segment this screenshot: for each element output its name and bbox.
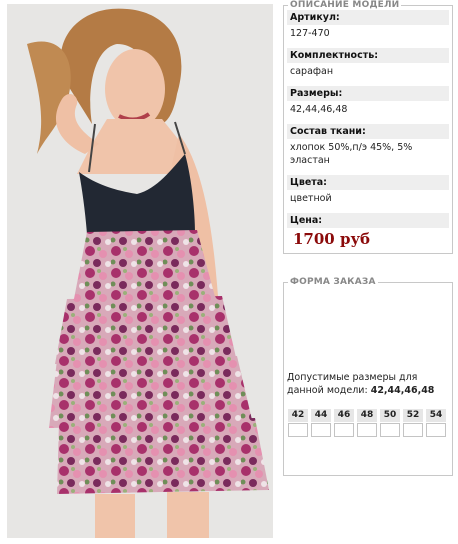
colors-field: Цвета: цветной — [284, 175, 452, 207]
price-value: 1700 руб — [293, 230, 371, 248]
model-description-panel: ОПИСАНИЕ МОДЕЛИ Артикул: 127-470 Комплек… — [283, 0, 453, 254]
article-label: Артикул: — [287, 10, 449, 25]
order-legend: ФОРМА ЗАКАЗА — [290, 277, 376, 287]
size-52-quantity-input[interactable] — [403, 423, 423, 437]
size-header: 52 — [403, 409, 423, 422]
set-value: сарафан — [290, 66, 334, 77]
size-column-50: 50 — [380, 409, 400, 437]
size-column-48: 48 — [357, 409, 377, 437]
fabric-value: хлопок 50%,п/э 45%, 5% эластан — [290, 142, 413, 166]
size-header: 44 — [311, 409, 331, 422]
size-column-44: 44 — [311, 409, 331, 437]
size-header: 46 — [334, 409, 354, 422]
size-column-54: 54 — [426, 409, 446, 437]
size-48-quantity-input[interactable] — [357, 423, 377, 437]
description-legend: ОПИСАНИЕ МОДЕЛИ — [290, 0, 400, 10]
price-field: Цена: 1700 руб — [284, 213, 452, 250]
sizes-value: 42,44,46,48 — [290, 104, 348, 115]
size-column-42: 42 — [288, 409, 308, 437]
colors-label: Цвета: — [287, 175, 449, 190]
size-44-quantity-input[interactable] — [311, 423, 331, 437]
article-value: 127-470 — [290, 28, 330, 39]
size-50-quantity-input[interactable] — [380, 423, 400, 437]
size-46-quantity-input[interactable] — [334, 423, 354, 437]
set-label: Комплектность: — [287, 48, 449, 63]
size-header: 50 — [380, 409, 400, 422]
sizes-field: Размеры: 42,44,46,48 — [284, 86, 452, 118]
colors-value: цветной — [290, 193, 332, 204]
price-label: Цена: — [287, 213, 449, 228]
size-42-quantity-input[interactable] — [288, 423, 308, 437]
size-header: 54 — [426, 409, 446, 422]
set-field: Комплектность: сарафан — [284, 48, 452, 80]
size-column-46: 46 — [334, 409, 354, 437]
order-form-panel: ФОРМА ЗАКАЗА Допустимые размеры для данн… — [283, 277, 453, 476]
fabric-field: Состав ткани: хлопок 50%,п/э 45%, 5% эла… — [284, 124, 452, 169]
allowed-sizes-note: Допустимые размеры для данной модели: 42… — [287, 371, 449, 397]
size-column-52: 52 — [403, 409, 423, 437]
size-header: 42 — [288, 409, 308, 422]
product-photo — [7, 4, 273, 538]
article-field: Артикул: 127-470 — [284, 10, 452, 42]
fabric-label: Состав ткани: — [287, 124, 449, 139]
allowed-sizes-value: 42,44,46,48 — [370, 385, 435, 396]
size-quantity-grid: 42 44 46 48 50 52 54 — [288, 409, 446, 437]
sizes-label: Размеры: — [287, 86, 449, 101]
size-header: 48 — [357, 409, 377, 422]
size-54-quantity-input[interactable] — [426, 423, 446, 437]
